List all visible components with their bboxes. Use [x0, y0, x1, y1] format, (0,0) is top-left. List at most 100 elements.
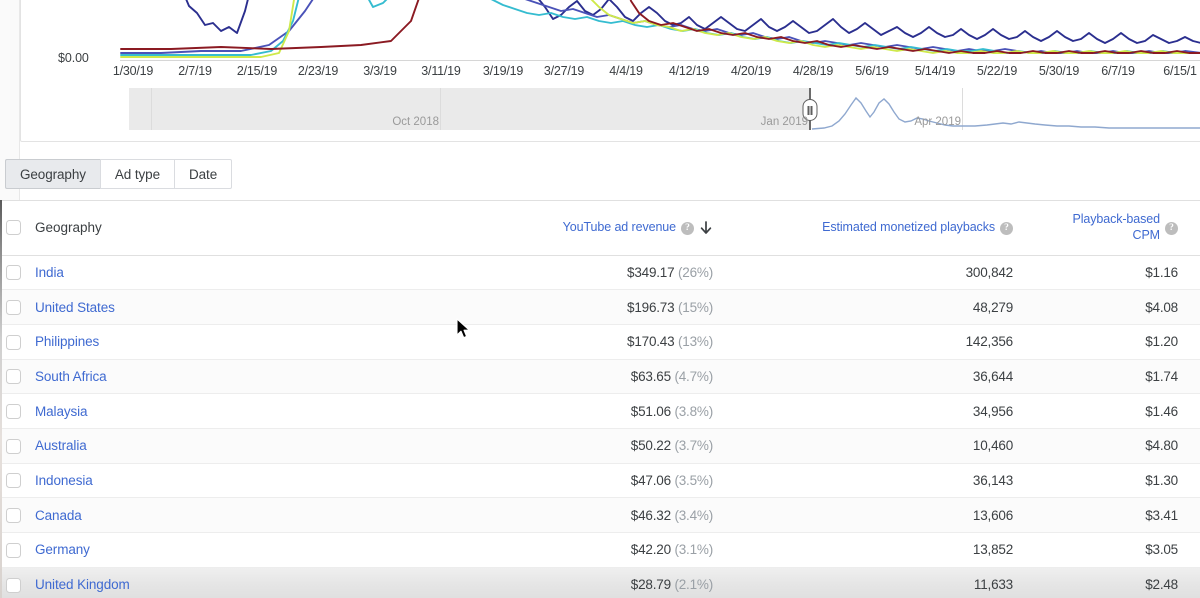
geography-link[interactable]: Philippines [35, 334, 99, 349]
table-row[interactable]: India $349.17 (26%) 300,842 $1.16 [0, 255, 1200, 290]
column-header-label-line1: Playback-based [1072, 212, 1160, 226]
geography-link[interactable]: India [35, 265, 64, 280]
geography-cell[interactable]: United States [30, 290, 520, 325]
x-tick: 5/14/19 [915, 64, 955, 78]
tab-label: Date [189, 167, 217, 182]
row-select-cell[interactable] [0, 533, 30, 568]
revenue-value: $349.17 [627, 265, 674, 280]
revenue-cell: $63.65 (4.7%) [520, 359, 735, 394]
cpm-cell: $4.80 [1035, 428, 1200, 463]
row-select-cell[interactable] [0, 324, 30, 359]
row-select-cell[interactable] [0, 498, 30, 533]
table-row[interactable]: South Africa $63.65 (4.7%) 36,644 $1.74 [0, 359, 1200, 394]
row-select-cell[interactable] [0, 255, 30, 290]
help-icon[interactable]: ? [681, 222, 694, 235]
row-checkbox-icon[interactable] [6, 578, 21, 593]
row-checkbox-icon[interactable] [6, 439, 21, 454]
table-header-row: Geography YouTube ad revenue ? [0, 201, 1200, 255]
column-header-geography[interactable]: Geography [30, 201, 520, 255]
row-select-cell[interactable] [0, 290, 30, 325]
row-select-cell[interactable] [0, 567, 30, 598]
table-row[interactable]: Australia $50.22 (3.7%) 10,460 $4.80 [0, 428, 1200, 463]
geography-table: Geography YouTube ad revenue ? [0, 201, 1200, 598]
row-checkbox-icon[interactable] [6, 508, 21, 523]
geography-link[interactable]: Germany [35, 542, 90, 557]
table-row[interactable]: Philippines $170.43 (13%) 142,356 $1.20 [0, 324, 1200, 359]
select-all-checkbox-icon[interactable] [6, 220, 21, 235]
table-row[interactable]: United States $196.73 (15%) 48,279 $4.08 [0, 290, 1200, 325]
tab-date[interactable]: Date [174, 159, 232, 189]
select-all-header[interactable] [0, 201, 30, 255]
row-checkbox-icon[interactable] [6, 300, 21, 315]
geography-cell[interactable]: South Africa [30, 359, 520, 394]
revenue-value: $63.65 [631, 369, 671, 384]
sort-descending-icon[interactable] [699, 221, 713, 236]
date-range-selector[interactable]: Oct 2018 Jan 2019 Apr 2019 [129, 88, 1200, 130]
help-icon[interactable]: ? [1000, 222, 1013, 235]
geography-link[interactable]: United States [35, 300, 115, 315]
playbacks-cell: 34,956 [735, 394, 1035, 429]
geography-cell[interactable]: Australia [30, 428, 520, 463]
table-row[interactable]: United Kingdom $28.79 (2.1%) 11,633 $2.4… [0, 567, 1200, 598]
x-tick: 4/28/19 [793, 64, 833, 78]
geography-cell[interactable]: Germany [30, 533, 520, 568]
geography-cell[interactable]: India [30, 255, 520, 290]
x-tick: 3/19/19 [483, 64, 523, 78]
table-row[interactable]: Germany $42.20 (3.1%) 13,852 $3.05 [0, 533, 1200, 568]
playbacks-cell: 48,279 [735, 290, 1035, 325]
cpm-cell: $3.41 [1035, 498, 1200, 533]
revenue-value: $46.32 [631, 508, 671, 523]
x-tick: 2/7/19 [178, 64, 212, 78]
table-body: India $349.17 (26%) 300,842 $1.16 United… [0, 255, 1200, 598]
row-select-cell[interactable] [0, 463, 30, 498]
row-checkbox-icon[interactable] [6, 369, 21, 384]
geography-table-card: Geography YouTube ad revenue ? [0, 200, 1200, 598]
row-select-cell[interactable] [0, 394, 30, 429]
tab-label: Geography [20, 167, 86, 182]
playbacks-cell: 300,842 [735, 255, 1035, 290]
geography-link[interactable]: Indonesia [35, 473, 93, 488]
table-row[interactable]: Malaysia $51.06 (3.8%) 34,956 $1.46 [0, 394, 1200, 429]
row-checkbox-icon[interactable] [6, 335, 21, 350]
row-checkbox-icon[interactable] [6, 473, 21, 488]
row-checkbox-icon[interactable] [6, 404, 21, 419]
row-select-cell[interactable] [0, 359, 30, 394]
geography-cell[interactable]: Philippines [30, 324, 520, 359]
tab-ad-type[interactable]: Ad type [100, 159, 174, 189]
revenue-share: (3.4%) [674, 508, 713, 523]
x-tick: 3/27/19 [544, 64, 584, 78]
tab-label: Ad type [115, 167, 160, 182]
geography-cell[interactable]: United Kingdom [30, 567, 520, 598]
revenue-cell: $170.43 (13%) [520, 324, 735, 359]
table-row[interactable]: Indonesia $47.06 (3.5%) 36,143 $1.30 [0, 463, 1200, 498]
revenue-cell: $51.06 (3.8%) [520, 394, 735, 429]
geography-link[interactable]: Australia [35, 438, 87, 453]
geography-cell[interactable]: Canada [30, 498, 520, 533]
table-row[interactable]: Canada $46.32 (3.4%) 13,606 $3.41 [0, 498, 1200, 533]
revenue-share: (3.5%) [674, 473, 713, 488]
cpm-cell: $3.05 [1035, 533, 1200, 568]
x-tick: 2/15/19 [237, 64, 277, 78]
help-icon[interactable]: ? [1165, 222, 1178, 235]
row-checkbox-icon[interactable] [6, 265, 21, 280]
revenue-cell: $42.20 (3.1%) [520, 533, 735, 568]
column-header-playbacks[interactable]: Estimated monetized playbacks ? [735, 201, 1035, 255]
revenue-share: (3.7%) [674, 438, 713, 453]
column-header-revenue[interactable]: YouTube ad revenue ? [520, 201, 735, 255]
revenue-value: $170.43 [627, 334, 674, 349]
column-header-cpm[interactable]: Playback-based CPM ? [1035, 201, 1200, 255]
analytics-page: $0.00 1/30/19 2/7/19 2/15/19 2/23/19 3/3… [0, 0, 1200, 598]
geography-link[interactable]: United Kingdom [35, 577, 130, 592]
range-handle-left[interactable] [809, 88, 811, 130]
x-tick: 3/11/19 [421, 64, 460, 78]
tab-geography[interactable]: Geography [5, 159, 100, 189]
geography-link[interactable]: Canada [35, 508, 82, 523]
geography-link[interactable]: Malaysia [35, 404, 87, 419]
x-tick: 5/22/19 [977, 64, 1017, 78]
geography-cell[interactable]: Malaysia [30, 394, 520, 429]
chart-plot-area [21, 0, 1200, 61]
geography-cell[interactable]: Indonesia [30, 463, 520, 498]
row-checkbox-icon[interactable] [6, 543, 21, 558]
row-select-cell[interactable] [0, 428, 30, 463]
geography-link[interactable]: South Africa [35, 369, 107, 384]
